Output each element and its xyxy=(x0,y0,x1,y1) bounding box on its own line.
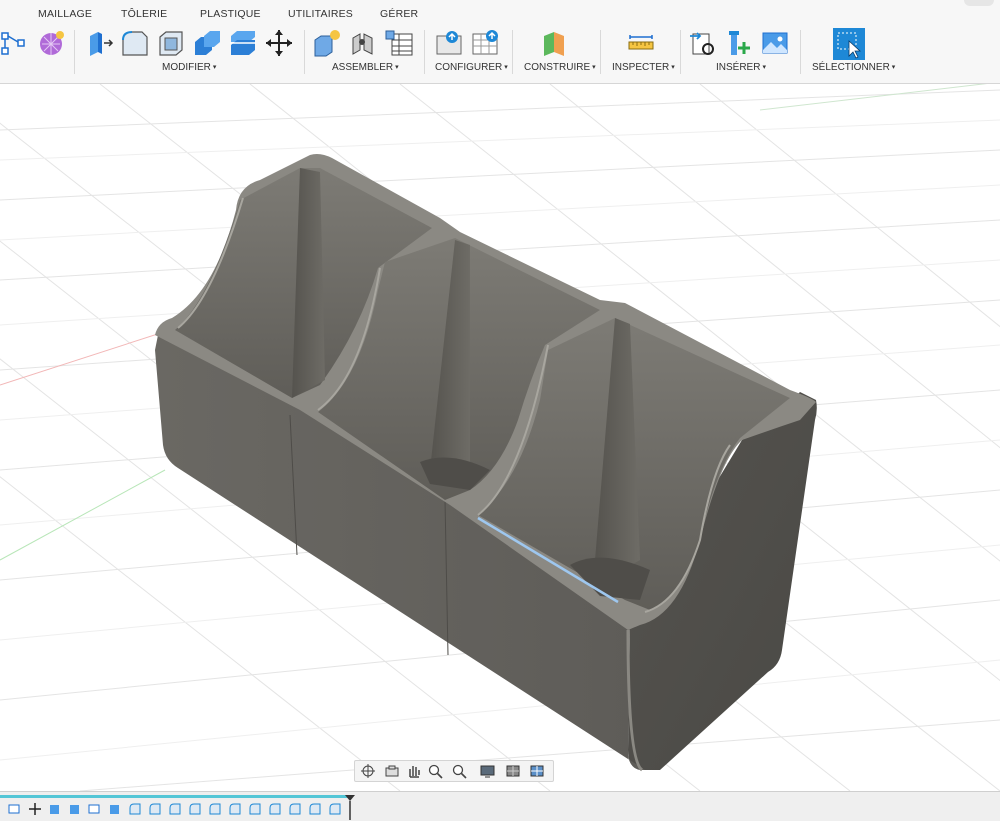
inserer-dropdown[interactable]: INSÉRER ▾ xyxy=(716,62,766,73)
configurer-label: CONFIGURER xyxy=(435,62,503,73)
configure-table-icon[interactable] xyxy=(470,28,500,58)
sketch-icon[interactable] xyxy=(0,28,30,58)
separator xyxy=(424,30,425,74)
inspecter-label: INSPECTER xyxy=(612,62,670,73)
workspace-tabs: MAILLAGE TÔLERIE PLASTIQUE UTILITAIRES G… xyxy=(0,8,1000,26)
insert-derive-icon[interactable] xyxy=(688,28,718,58)
extrude-feature-icon[interactable] xyxy=(48,802,62,816)
caret-down-icon: ▾ xyxy=(592,64,596,71)
modifier-label: MODIFIER xyxy=(162,62,211,73)
tab-tolerie[interactable]: TÔLERIE xyxy=(121,8,167,20)
extrude-feature-icon[interactable] xyxy=(108,802,122,816)
configurer-dropdown[interactable]: CONFIGURER ▾ xyxy=(435,62,508,73)
construire-label: CONSTRUIRE xyxy=(524,62,591,73)
caret-down-icon: ▾ xyxy=(395,64,399,71)
fillet-feature-icon[interactable] xyxy=(328,802,342,816)
shell-icon[interactable] xyxy=(156,28,186,58)
inspecter-dropdown[interactable]: INSPECTER ▾ xyxy=(612,62,675,73)
sketch-feature-icon[interactable] xyxy=(8,802,22,816)
axis-line xyxy=(759,84,988,111)
zoom-icon[interactable] xyxy=(427,763,445,779)
inspecter-group: INSPECTER ▾ xyxy=(606,28,678,80)
select-icon[interactable] xyxy=(832,28,866,60)
grid-settings-icon[interactable] xyxy=(505,763,523,779)
fillet-feature-icon[interactable] xyxy=(128,802,142,816)
tab-gerer[interactable]: GÉRER xyxy=(380,8,418,20)
fillet-feature-icon[interactable] xyxy=(248,802,262,816)
fillet-feature-icon[interactable] xyxy=(228,802,242,816)
caret-down-icon: ▾ xyxy=(891,64,896,71)
move-icon[interactable] xyxy=(264,28,294,58)
table-icon[interactable] xyxy=(384,28,414,58)
configurer-group: CONFIGURER ▾ xyxy=(430,28,510,80)
x-axis-line xyxy=(0,329,171,386)
measure-icon[interactable] xyxy=(626,28,656,58)
ribbon-toolbar: MAILLAGE TÔLERIE PLASTIQUE UTILITAIRES G… xyxy=(0,0,1000,84)
navigation-bar xyxy=(354,760,554,782)
inserer-group: INSÉRER ▾ xyxy=(686,28,796,80)
organizer-model[interactable] xyxy=(155,154,817,772)
selectionner-dropdown[interactable]: SÉLECTIONNER ▾ xyxy=(812,62,895,73)
form-icon[interactable] xyxy=(36,28,66,58)
caret-down-icon: ▾ xyxy=(212,64,217,71)
combine-icon[interactable] xyxy=(192,28,222,58)
separator xyxy=(512,30,513,74)
fillet-feature-icon[interactable] xyxy=(208,802,222,816)
timeline-progress xyxy=(0,795,352,798)
insert-canvas-icon[interactable] xyxy=(760,28,790,58)
press-pull-icon[interactable] xyxy=(84,28,114,58)
construire-group: CONSTRUIRE ▾ xyxy=(518,28,598,80)
joint-icon[interactable] xyxy=(348,28,378,58)
z-axis-line xyxy=(0,469,166,561)
timeline-marker[interactable] xyxy=(344,794,356,820)
3d-viewport[interactable] xyxy=(0,84,1000,791)
fillet-feature-icon[interactable] xyxy=(168,802,182,816)
fillet-feature-icon[interactable] xyxy=(308,802,322,816)
separator xyxy=(800,30,801,74)
caret-down-icon: ▾ xyxy=(504,64,508,71)
fillet-feature-icon[interactable] xyxy=(288,802,302,816)
separator xyxy=(304,30,305,74)
modifier-dropdown[interactable]: MODIFIER ▾ xyxy=(162,62,216,73)
caret-down-icon: ▾ xyxy=(671,64,675,71)
inserer-label: INSÉRER xyxy=(716,62,761,73)
model-canvas[interactable] xyxy=(0,84,1000,791)
viewports-icon[interactable] xyxy=(529,763,547,779)
create-group xyxy=(0,28,72,80)
window-corner-button[interactable] xyxy=(964,0,994,6)
display-settings-icon[interactable] xyxy=(479,763,497,779)
zoom-window-icon[interactable] xyxy=(451,763,469,779)
offset-plane-icon[interactable] xyxy=(540,28,570,58)
construire-dropdown[interactable]: CONSTRUIRE ▾ xyxy=(524,62,596,73)
assembler-group: ASSEMBLER ▾ xyxy=(310,28,420,80)
separator xyxy=(680,30,681,74)
move-feature-icon[interactable] xyxy=(28,802,42,816)
sketch-feature-icon[interactable] xyxy=(88,802,102,816)
fillet-feature-icon[interactable] xyxy=(268,802,282,816)
assembler-label: ASSEMBLER xyxy=(332,62,394,73)
caret-down-icon: ▾ xyxy=(762,64,766,71)
configure-upload-icon[interactable] xyxy=(434,28,464,58)
selectionner-label: SÉLECTIONNER xyxy=(812,62,890,73)
assembler-dropdown[interactable]: ASSEMBLER ▾ xyxy=(332,62,399,73)
tab-utilitaires[interactable]: UTILITAIRES xyxy=(288,8,353,20)
look-at-icon[interactable] xyxy=(383,763,401,779)
tab-maillage[interactable]: MAILLAGE xyxy=(38,8,92,20)
fillet-feature-icon[interactable] xyxy=(188,802,202,816)
modifier-group: MODIFIER ▾ xyxy=(80,28,300,80)
split-body-icon[interactable] xyxy=(228,28,258,58)
new-component-icon[interactable] xyxy=(312,28,342,58)
selectionner-group: SÉLECTIONNER ▾ xyxy=(806,28,896,80)
extrude-feature-icon[interactable] xyxy=(68,802,82,816)
separator xyxy=(74,30,75,74)
fillet-feature-icon[interactable] xyxy=(148,802,162,816)
insert-mcmaster-icon[interactable] xyxy=(724,28,754,58)
tab-plastique[interactable]: PLASTIQUE xyxy=(200,8,261,20)
orbit-icon[interactable] xyxy=(359,763,377,779)
timeline xyxy=(0,791,1000,821)
separator xyxy=(600,30,601,74)
fillet-icon[interactable] xyxy=(120,28,150,58)
pan-icon[interactable] xyxy=(405,763,423,779)
